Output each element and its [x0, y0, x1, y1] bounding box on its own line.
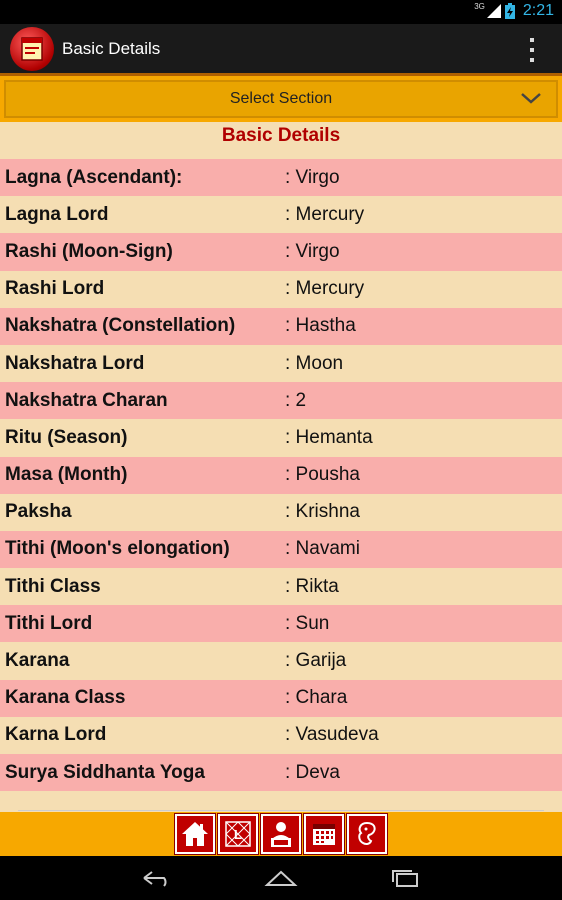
row-label: Lagna (Ascendant): [5, 166, 183, 188]
row-value: : Chara [285, 687, 348, 709]
row-label: Karna Lord [5, 724, 107, 746]
section-title: Basic Details [221, 125, 341, 146]
astrologer-button[interactable] [261, 814, 301, 854]
home-icon[interactable] [264, 868, 298, 888]
home-button[interactable] [175, 814, 215, 854]
clock: 2:21 [522, 2, 554, 19]
calendar-icon [313, 824, 335, 845]
row-value: : Rikta [285, 575, 339, 597]
row-label: Tithi Class [5, 575, 101, 597]
action-bar: Basic Details [0, 24, 562, 76]
signal-icon [486, 4, 501, 18]
status-bar: 3G 2:21 [0, 0, 562, 24]
table-row: Lagna (Ascendant): : Virgo [0, 159, 562, 197]
row-label: Karana Class [5, 687, 126, 709]
select-section-container: Select Section [0, 76, 562, 122]
row-value: : Moon [285, 352, 344, 374]
row-value: : Sun [285, 612, 330, 634]
row-label: Tithi (Moon's elongation) [5, 538, 230, 560]
page-title: Basic Details [62, 38, 161, 58]
row-value: : Garija [285, 650, 347, 672]
astrologer-icon [271, 822, 291, 847]
row-value: : Hemanta [285, 426, 373, 448]
row-value: : Virgo [285, 166, 340, 188]
table-row: Nakshatra Charan : 2 [0, 382, 562, 420]
row-label: Rashi Lord [5, 278, 105, 300]
row-value: : Mercury [285, 278, 365, 300]
table-row: Nakshatra Lord : Moon [0, 344, 562, 383]
row-value: : Deva [285, 761, 340, 783]
network-type: 3G [474, 2, 485, 11]
status-icons: 3G 2:21 [474, 2, 554, 20]
back-icon[interactable] [140, 868, 174, 888]
details-table: Lagna (Ascendant):: Virgo Lagna Lord: Me… [0, 159, 562, 792]
row-value: : Krishna [285, 501, 360, 523]
svg-text:L: L [234, 827, 242, 842]
row-value: : Virgo [285, 240, 340, 262]
table-row: Karna Lord : Vasudeva [0, 716, 562, 754]
row-label: Paksha [5, 501, 72, 523]
table-row: Surya Siddhanta Yoga : Deva [0, 754, 562, 792]
table-row: Ritu (Season) : Hemanta [0, 419, 562, 457]
overflow-menu-icon[interactable] [522, 38, 542, 62]
row-label: Karana [5, 650, 70, 672]
table-row: Nakshatra (Constellation) : Hastha [0, 307, 562, 345]
row-label: Tithi Lord [5, 612, 93, 634]
calendar-button[interactable] [304, 814, 344, 854]
row-label: Nakshatra Lord [5, 352, 145, 374]
row-label: Ritu (Season) [5, 426, 128, 448]
table-row: Masa (Month) : Pousha [0, 456, 562, 494]
row-value: : Pousha [285, 464, 360, 486]
battery-charging-icon [504, 3, 515, 19]
row-value: : Hastha [285, 315, 356, 337]
row-value: : 2 [285, 389, 307, 411]
table-row: Karana Class : Chara [0, 679, 562, 717]
system-nav-bar [0, 856, 562, 900]
kundli-chart-button[interactable]: L [218, 814, 258, 854]
row-label: Masa (Month) [5, 464, 128, 486]
app-logo-icon[interactable] [10, 26, 54, 71]
row-value: : Mercury [285, 203, 365, 225]
row-label: Rashi (Moon-Sign) [5, 240, 173, 262]
kundli-chart-icon: L [225, 821, 251, 847]
home-icon [182, 822, 208, 846]
table-row: Rashi (Moon-Sign) : Virgo [0, 233, 562, 271]
row-label: Nakshatra Charan [5, 389, 168, 411]
table-row: Tithi Lord : Sun [0, 605, 562, 643]
table-row: Lagna Lord : Mercury [0, 196, 562, 234]
divider [18, 810, 544, 811]
table-row: Karana : Garija [0, 642, 562, 680]
row-label: Lagna Lord [5, 203, 109, 225]
row-value: : Navami [285, 538, 360, 560]
table-row: Paksha : Krishna [0, 493, 562, 531]
ganesha-button[interactable] [347, 814, 387, 854]
select-section-dropdown[interactable]: Select Section [4, 80, 558, 118]
chevron-down-icon [521, 93, 541, 104]
bottom-nav-bar: L [0, 812, 562, 856]
row-value: : Vasudeva [285, 724, 379, 746]
table-row: Rashi Lord : Mercury [0, 270, 562, 308]
table-row: Tithi (Moon's elongation) : Navami [0, 530, 562, 569]
ganesha-icon [358, 821, 376, 846]
row-label: Surya Siddhanta Yoga [5, 761, 205, 783]
select-section-label: Select Section [229, 90, 333, 107]
row-label: Nakshatra (Constellation) [5, 315, 236, 337]
recent-apps-icon[interactable] [388, 868, 422, 888]
table-row: Tithi Class : Rikta [0, 568, 562, 606]
